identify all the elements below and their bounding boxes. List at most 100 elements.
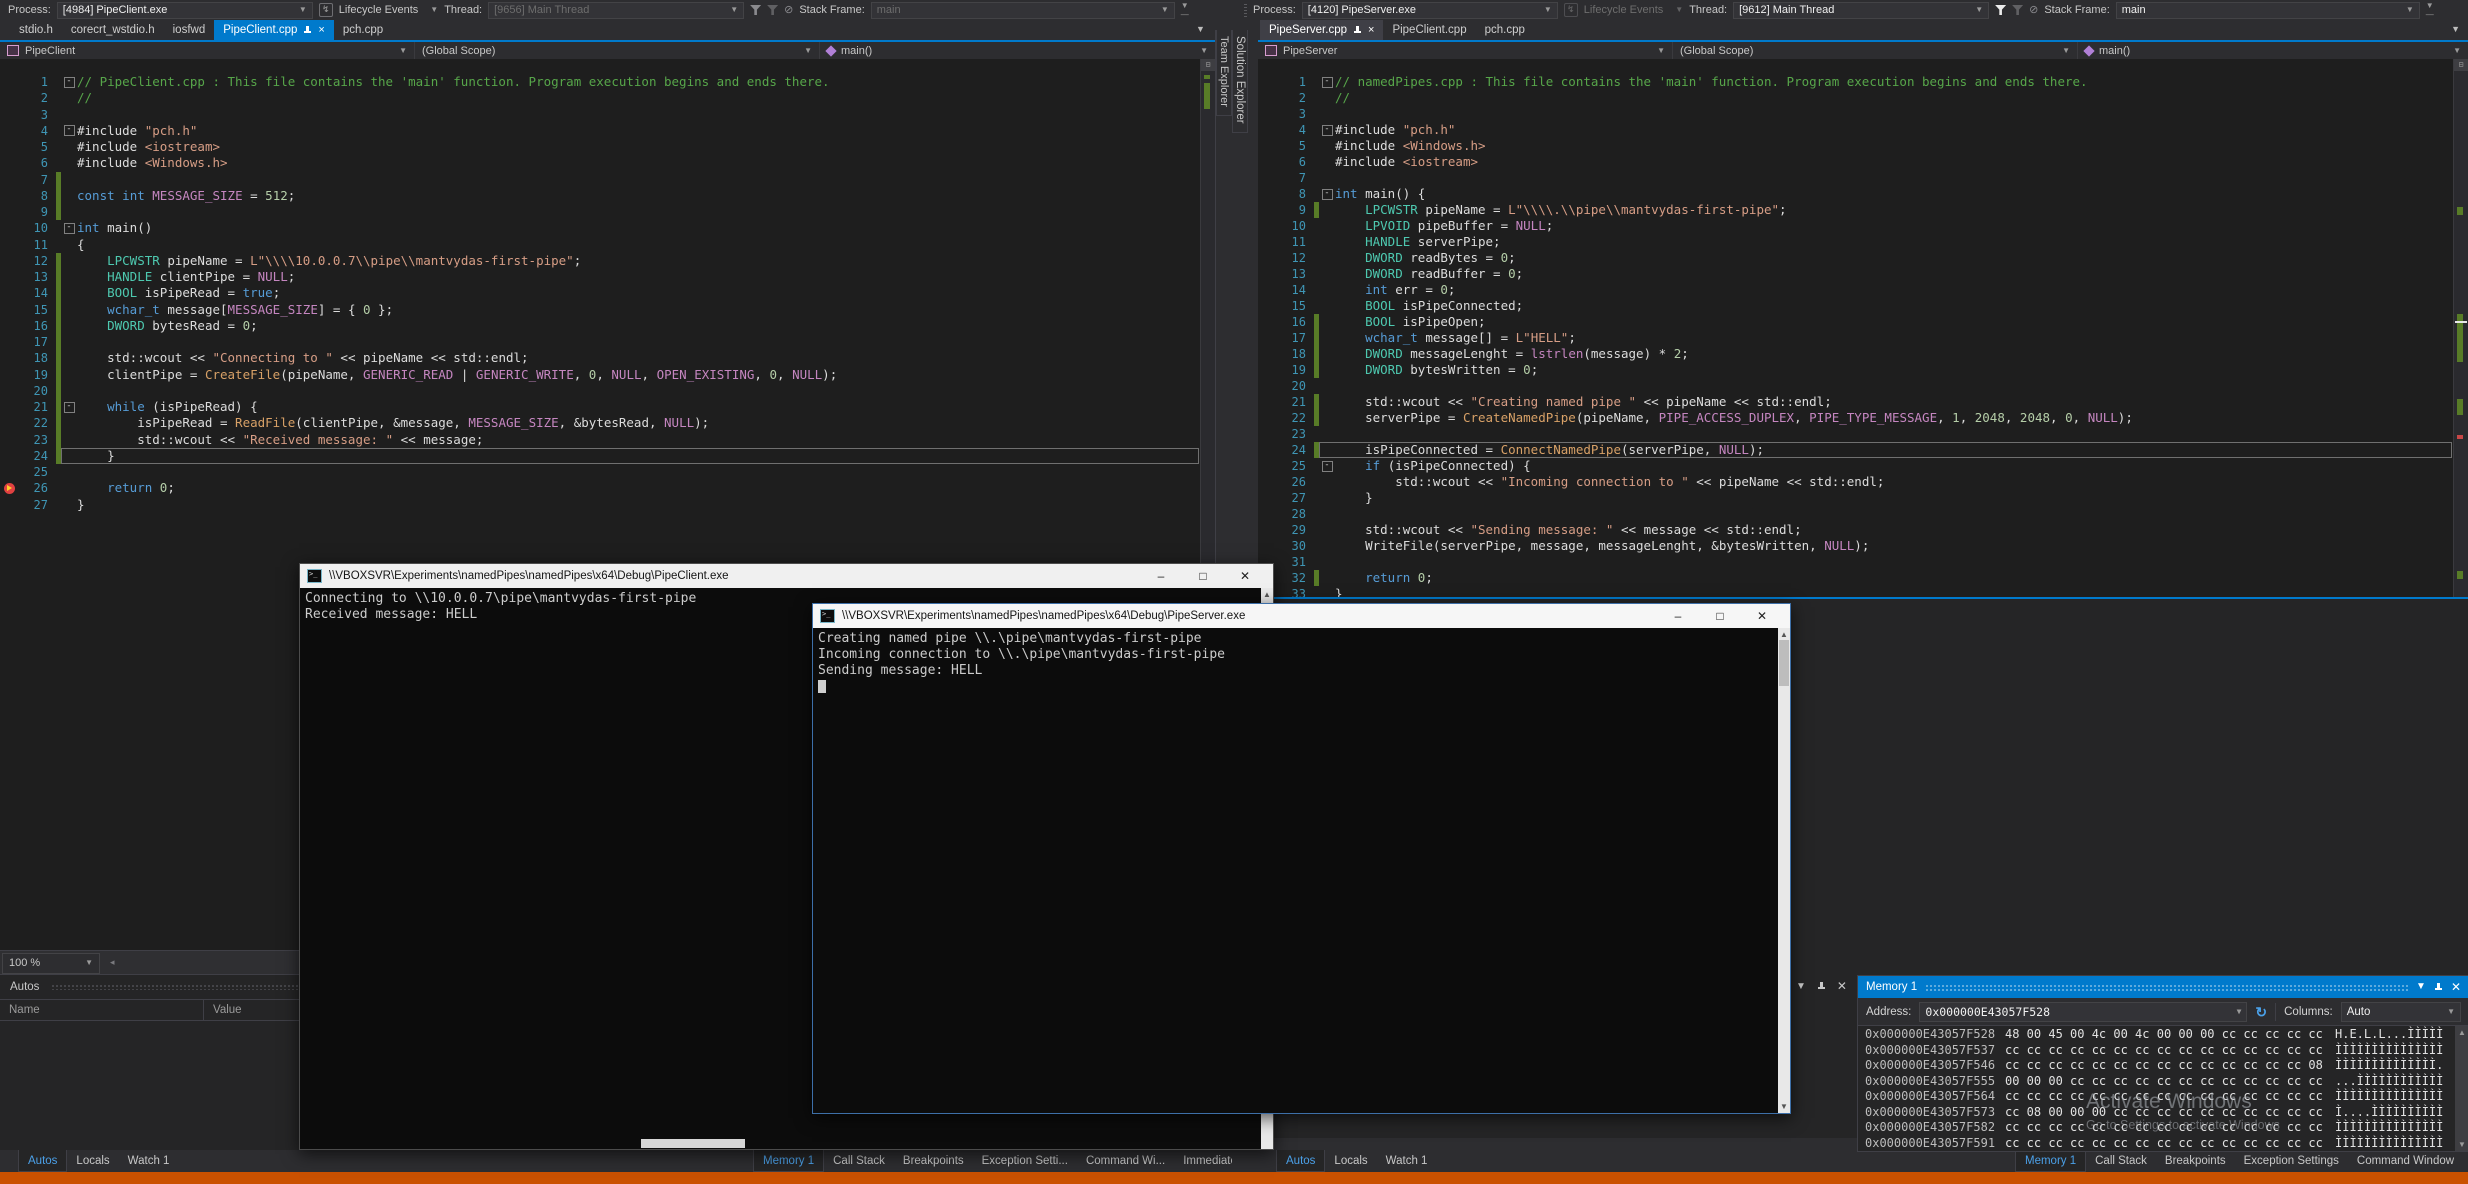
refresh-icon[interactable]: ↻ bbox=[2255, 1005, 2267, 1019]
fold-gutter[interactable] bbox=[1319, 346, 1335, 362]
minimize-button[interactable]: – bbox=[1140, 569, 1182, 583]
code-line-31[interactable]: 31 bbox=[1258, 554, 2452, 570]
code-line-16[interactable]: 16 DWORD bytesRead = 0; bbox=[0, 318, 1199, 334]
fold-gutter[interactable] bbox=[1319, 426, 1335, 442]
scroll-up-icon[interactable]: ▲ bbox=[1263, 590, 1271, 599]
fold-gutter[interactable] bbox=[1319, 586, 1335, 599]
fold-gutter[interactable] bbox=[61, 497, 77, 513]
code-editor-pipeserver[interactable]: 1-// namedPipes.cpp : This file contains… bbox=[1258, 59, 2468, 599]
fold-gutter[interactable] bbox=[61, 415, 77, 431]
code-line-20[interactable]: 20 bbox=[0, 383, 1199, 399]
maximize-button[interactable]: □ bbox=[1699, 609, 1741, 623]
filter-flagged-icon[interactable] bbox=[2012, 5, 2023, 15]
fold-gutter[interactable] bbox=[1319, 554, 1335, 570]
breakpoint-gutter[interactable] bbox=[1258, 250, 1276, 266]
lifecycle-events-icon[interactable]: ↯ bbox=[1564, 3, 1578, 17]
code-line-17[interactable]: 17 wchar_t message[] = L"HELL"; bbox=[1258, 330, 2452, 346]
console-titlebar[interactable]: \\VBOXSVR\Experiments\namedPipes\namedPi… bbox=[300, 564, 1273, 588]
fold-marker[interactable]: - bbox=[1322, 189, 1333, 200]
splitter-handle[interactable]: ⊟ bbox=[1201, 59, 1215, 71]
code-line-14[interactable]: 14 BOOL isPipeRead = true; bbox=[0, 285, 1199, 301]
chevron-down-icon[interactable]: ▼ bbox=[1796, 981, 1806, 992]
zoom-dropdown[interactable]: 100 %▼ bbox=[2, 953, 100, 974]
breakpoint-gutter[interactable] bbox=[1258, 266, 1276, 282]
memory-row[interactable]: 0x000000E43057F582cc cc cc cc cc cc cc c… bbox=[1865, 1120, 2455, 1136]
breakpoint-gutter[interactable] bbox=[0, 269, 18, 285]
breakpoint-gutter[interactable] bbox=[1258, 234, 1276, 250]
breakpoint-gutter[interactable] bbox=[0, 448, 18, 464]
breakpoint-gutter[interactable] bbox=[0, 432, 18, 448]
code-line-6[interactable]: 6#include <Windows.h> bbox=[0, 155, 1199, 171]
panel-tab-memory-1[interactable]: Memory 1 bbox=[753, 1150, 824, 1172]
close-button[interactable]: ✕ bbox=[1741, 609, 1783, 623]
code-line-5[interactable]: 5#include <iostream> bbox=[0, 139, 1199, 155]
suppress-filter-icon[interactable]: ⊘ bbox=[2029, 5, 2038, 16]
code-line-4[interactable]: 4-#include "pch.h" bbox=[0, 123, 1199, 139]
breakpoint-gutter[interactable] bbox=[1258, 538, 1276, 554]
panel-tab-memory-1[interactable]: Memory 1 bbox=[2015, 1150, 2086, 1172]
breakpoint-gutter[interactable] bbox=[1258, 378, 1276, 394]
toolbar-overflow-button[interactable]: ▼― bbox=[2426, 1, 2435, 19]
code-line-5[interactable]: 5#include <Windows.h> bbox=[1258, 138, 2452, 154]
fold-marker[interactable]: - bbox=[1322, 125, 1333, 136]
fold-gutter[interactable] bbox=[1319, 570, 1335, 586]
code-line-7[interactable]: 7 bbox=[1258, 170, 2452, 186]
panel-tab-autos[interactable]: Autos bbox=[1276, 1150, 1325, 1172]
breakpoint-gutter[interactable] bbox=[1258, 154, 1276, 170]
pin-icon[interactable] bbox=[2434, 982, 2443, 993]
breakpoint-gutter[interactable] bbox=[1258, 170, 1276, 186]
doc-tab[interactable]: stdio.h bbox=[10, 20, 62, 40]
tab-list-chevron-icon[interactable]: ▼ bbox=[2451, 24, 2460, 34]
team-explorer-tab[interactable]: Team Explorer bbox=[1216, 30, 1232, 116]
code-line-19[interactable]: 19 DWORD bytesWritten = 0; bbox=[1258, 362, 2452, 378]
scroll-up-icon[interactable]: ▲ bbox=[2458, 1028, 2466, 1037]
breakpoint-gutter[interactable] bbox=[0, 285, 18, 301]
breakpoint-gutter[interactable] bbox=[1258, 138, 1276, 154]
breakpoint-gutter[interactable] bbox=[0, 139, 18, 155]
fold-gutter[interactable] bbox=[61, 90, 77, 106]
fold-gutter[interactable] bbox=[1319, 522, 1335, 538]
code-line-20[interactable]: 20 bbox=[1258, 378, 2452, 394]
code-line-2[interactable]: 2// bbox=[0, 90, 1199, 106]
project-dropdown[interactable]: PipeServer▼ bbox=[1258, 42, 1673, 59]
console-window-pipeserver[interactable]: \\VBOXSVR\Experiments\namedPipes\namedPi… bbox=[812, 603, 1791, 1114]
lifecycle-events-icon[interactable]: ↯ bbox=[319, 3, 333, 17]
code-line-26[interactable]: 26 return 0; bbox=[0, 480, 1199, 496]
address-input[interactable]: 0x000000E43057F528▼ bbox=[1919, 1002, 2247, 1022]
console-hscroll-thumb[interactable] bbox=[641, 1139, 745, 1148]
fold-gutter[interactable] bbox=[1319, 378, 1335, 394]
breakpoint-gutter[interactable] bbox=[0, 302, 18, 318]
code-line-12[interactable]: 12 DWORD readBytes = 0; bbox=[1258, 250, 2452, 266]
console-titlebar[interactable]: \\VBOXSVR\Experiments\namedPipes\namedPi… bbox=[813, 604, 1790, 628]
code-line-33[interactable]: 33} bbox=[1258, 586, 2452, 599]
code-line-23[interactable]: 23 bbox=[1258, 426, 2452, 442]
fold-gutter[interactable] bbox=[1319, 170, 1335, 186]
code-line-11[interactable]: 11 HANDLE serverPipe; bbox=[1258, 234, 2452, 250]
panel-tab-call-stack[interactable]: Call Stack bbox=[824, 1150, 894, 1172]
doc-tab[interactable]: corecrt_wstdio.h bbox=[62, 20, 164, 40]
scroll-up-icon[interactable]: ▲ bbox=[1780, 630, 1788, 639]
breakpoint-gutter[interactable] bbox=[1258, 298, 1276, 314]
fold-gutter[interactable]: - bbox=[61, 123, 77, 139]
code-line-18[interactable]: 18 std::wcout << "Connecting to " << pip… bbox=[0, 350, 1199, 366]
thread-dropdown[interactable]: [9656] Main Thread▼ bbox=[488, 2, 744, 19]
close-icon[interactable]: × bbox=[318, 25, 324, 36]
close-button[interactable]: ✕ bbox=[1224, 569, 1266, 583]
memory-row[interactable]: 0x000000E43057F537cc cc cc cc cc cc cc c… bbox=[1865, 1043, 2455, 1059]
lifecycle-events-button[interactable]: Lifecycle Events bbox=[339, 4, 418, 16]
fold-gutter[interactable] bbox=[1319, 330, 1335, 346]
panel-tab-breakpoints[interactable]: Breakpoints bbox=[2156, 1150, 2235, 1172]
stack-frame-dropdown[interactable]: main▼ bbox=[2116, 2, 2420, 19]
code-line-2[interactable]: 2// bbox=[1258, 90, 2452, 106]
filter-threads-icon[interactable] bbox=[1995, 5, 2006, 15]
fold-gutter[interactable] bbox=[61, 204, 77, 220]
fold-gutter[interactable] bbox=[61, 334, 77, 350]
code-line-21[interactable]: 21- while (isPipeRead) { bbox=[0, 399, 1199, 415]
breakpoint-gutter[interactable] bbox=[1258, 522, 1276, 538]
code-line-15[interactable]: 15 BOOL isPipeConnected; bbox=[1258, 298, 2452, 314]
fold-marker[interactable]: - bbox=[1322, 77, 1333, 88]
code-line-8[interactable]: 8-int main() { bbox=[1258, 186, 2452, 202]
fold-gutter[interactable] bbox=[1319, 538, 1335, 554]
code-line-23[interactable]: 23 std::wcout << "Received message: " <<… bbox=[0, 432, 1199, 448]
code-line-8[interactable]: 8const int MESSAGE_SIZE = 512; bbox=[0, 188, 1199, 204]
